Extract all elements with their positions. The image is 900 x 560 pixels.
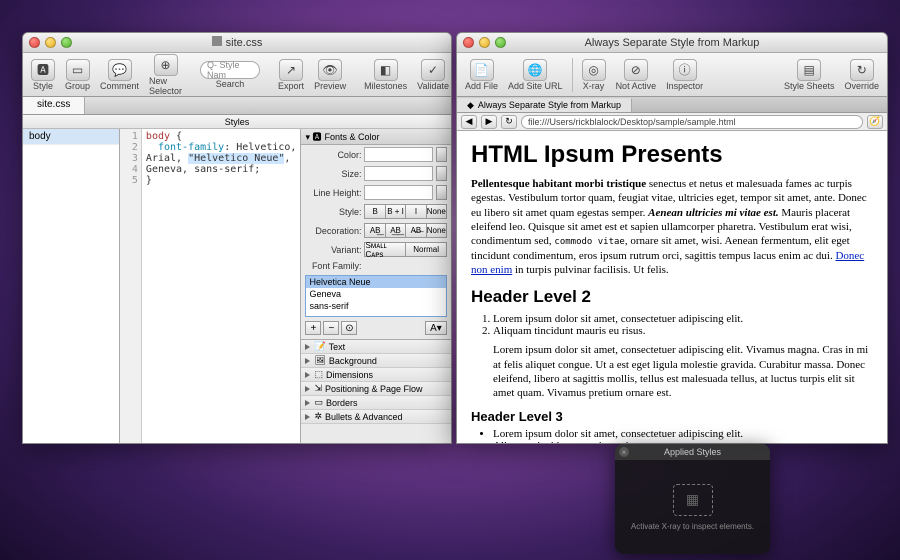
- override-button[interactable]: ↻Override: [840, 57, 883, 93]
- style-sheets-button[interactable]: ▤Style Sheets: [780, 57, 839, 93]
- color-field[interactable]: [364, 147, 433, 162]
- size-stepper[interactable]: [436, 166, 447, 181]
- editor-window: site.css 🅰Style ▭Group 💬Comment ⊕New Sel…: [22, 32, 452, 444]
- preview-viewport[interactable]: HTML Ipsum Presents Pellentesque habitan…: [457, 131, 887, 443]
- safari-icon[interactable]: 🧭: [867, 115, 883, 129]
- forward-button[interactable]: ▶: [481, 115, 497, 129]
- editor-toolbar: 🅰Style ▭Group 💬Comment ⊕New Selector Q- …: [23, 53, 451, 97]
- code-editor[interactable]: body { font-family: Helvetico, Arial, "H…: [142, 129, 301, 443]
- preview-ol: Lorem ipsum dolor sit amet, consectetuer…: [493, 313, 873, 337]
- variant-segments[interactable]: Sᴍᴀʟʟ CᴀᴘsNormal: [364, 242, 447, 257]
- section-background[interactable]: 🖼 Background: [301, 354, 451, 368]
- file-tabs: site.css: [23, 97, 451, 115]
- validate-button[interactable]: ✓Validate: [413, 57, 452, 93]
- back-button[interactable]: ◀: [461, 115, 477, 129]
- preview-toolbar: 📄Add File 🌐Add Site URL ◎X-ray ⊘Not Acti…: [457, 53, 887, 97]
- preview-titlebar[interactable]: Always Separate Style from Markup: [457, 33, 887, 53]
- lineheight-label: Line Height:: [305, 188, 361, 198]
- section-text[interactable]: 📝 Text: [301, 340, 451, 354]
- preview-window: Always Separate Style from Markup 📄Add F…: [456, 32, 888, 444]
- new-selector-button[interactable]: ⊕New Selector: [145, 52, 186, 98]
- not-active-button[interactable]: ⊘Not Active: [612, 57, 661, 93]
- preview-title: Always Separate Style from Markup: [457, 37, 887, 49]
- editor-titlebar[interactable]: site.css: [23, 33, 451, 53]
- lineheight-stepper[interactable]: [436, 185, 447, 200]
- preview-paragraph: Pellentesque habitant morbi tristique se…: [471, 177, 873, 277]
- style-button[interactable]: 🅰Style: [27, 57, 59, 93]
- file-tab[interactable]: site.css: [23, 97, 85, 114]
- editor-title: site.css: [226, 37, 263, 49]
- selector-list: body: [23, 129, 120, 443]
- comment-button[interactable]: 💬Comment: [96, 57, 143, 93]
- fontfamily-label: Font Family:: [305, 261, 361, 271]
- preview-h1: HTML Ipsum Presents: [471, 141, 873, 169]
- url-bar: ◀ ▶ ↻ file:///Users/rickblalock/Desktop/…: [457, 113, 887, 131]
- decoration-segments[interactable]: AB͟A͟B͟A̶B̶None: [364, 223, 447, 238]
- preview-blockquote: Lorem ipsum dolor sit amet, consectetuer…: [493, 343, 873, 400]
- minimize-icon[interactable]: [479, 37, 490, 48]
- section-positioning[interactable]: ⇲ Positioning & Page Flow: [301, 382, 451, 396]
- preview-tab[interactable]: ◆Always Separate Style from Markup: [457, 98, 632, 112]
- search-group: Q- Style Nam Search: [196, 59, 264, 91]
- decoration-label: Decoration:: [305, 226, 361, 236]
- hud-dropzone-icon: ▦: [673, 484, 713, 516]
- preview-tabs: ◆Always Separate Style from Markup: [457, 97, 887, 113]
- applied-styles-hud[interactable]: × Applied Styles ▦ Activate X-ray to ins…: [615, 444, 770, 554]
- url-field[interactable]: file:///Users/rickblalock/Desktop/sample…: [521, 115, 863, 129]
- preview-h2: Header Level 2: [471, 287, 873, 307]
- zoom-icon[interactable]: [495, 37, 506, 48]
- style-segments[interactable]: BB + IINone: [364, 204, 447, 219]
- font-picker-button[interactable]: A▾: [425, 321, 447, 335]
- section-bullets[interactable]: ✲ Bullets & Advanced: [301, 410, 451, 424]
- color-label: Color:: [305, 150, 361, 160]
- selector-item[interactable]: body: [23, 129, 119, 145]
- line-gutter: 12345: [120, 129, 142, 443]
- inspector-panel: ▾ 🅰 Fonts & Color Color: Size: Line Heig…: [300, 129, 451, 443]
- add-site-url-button[interactable]: 🌐Add Site URL: [504, 57, 567, 93]
- group-button[interactable]: ▭Group: [61, 57, 94, 93]
- preview-ul: Lorem ipsum dolor sit amet, consectetuer…: [493, 428, 873, 443]
- color-stepper[interactable]: [436, 147, 447, 162]
- zoom-icon[interactable]: [61, 37, 72, 48]
- hud-close-icon[interactable]: ×: [619, 447, 629, 457]
- close-icon[interactable]: [29, 37, 40, 48]
- font-family-list[interactable]: Helvetica Neue Geneva sans-serif: [305, 275, 447, 317]
- hud-hint: Activate X-ray to inspect elements.: [631, 522, 754, 531]
- add-file-button[interactable]: 📄Add File: [461, 57, 502, 93]
- export-button[interactable]: ↗Export: [274, 57, 308, 93]
- style-label: Style:: [305, 207, 361, 217]
- section-dimensions[interactable]: ⬚ Dimensions: [301, 368, 451, 382]
- milestones-button[interactable]: ◧Milestones: [360, 57, 411, 93]
- preview-button[interactable]: 👁Preview: [310, 57, 350, 93]
- size-field[interactable]: [364, 166, 433, 181]
- section-borders[interactable]: ▭ Borders: [301, 396, 451, 410]
- inspector-button[interactable]: ⓘInspector: [662, 57, 707, 93]
- hud-header[interactable]: × Applied Styles: [615, 444, 770, 460]
- font-options-button[interactable]: ⊙: [341, 321, 357, 335]
- panel-tab-styles[interactable]: Styles: [23, 117, 451, 127]
- search-input[interactable]: Q- Style Nam: [200, 61, 260, 79]
- size-label: Size:: [305, 169, 361, 179]
- minimize-icon[interactable]: [45, 37, 56, 48]
- lineheight-field[interactable]: [364, 185, 433, 200]
- remove-font-button[interactable]: −: [323, 321, 339, 335]
- variant-label: Variant:: [305, 245, 361, 255]
- reload-button[interactable]: ↻: [501, 115, 517, 129]
- hud-title: Applied Styles: [664, 447, 721, 457]
- close-icon[interactable]: [463, 37, 474, 48]
- xray-button[interactable]: ◎X-ray: [578, 57, 610, 93]
- add-font-button[interactable]: +: [305, 321, 321, 335]
- inspector-header: ▾ 🅰 Fonts & Color: [301, 129, 451, 145]
- preview-h3: Header Level 3: [471, 409, 873, 424]
